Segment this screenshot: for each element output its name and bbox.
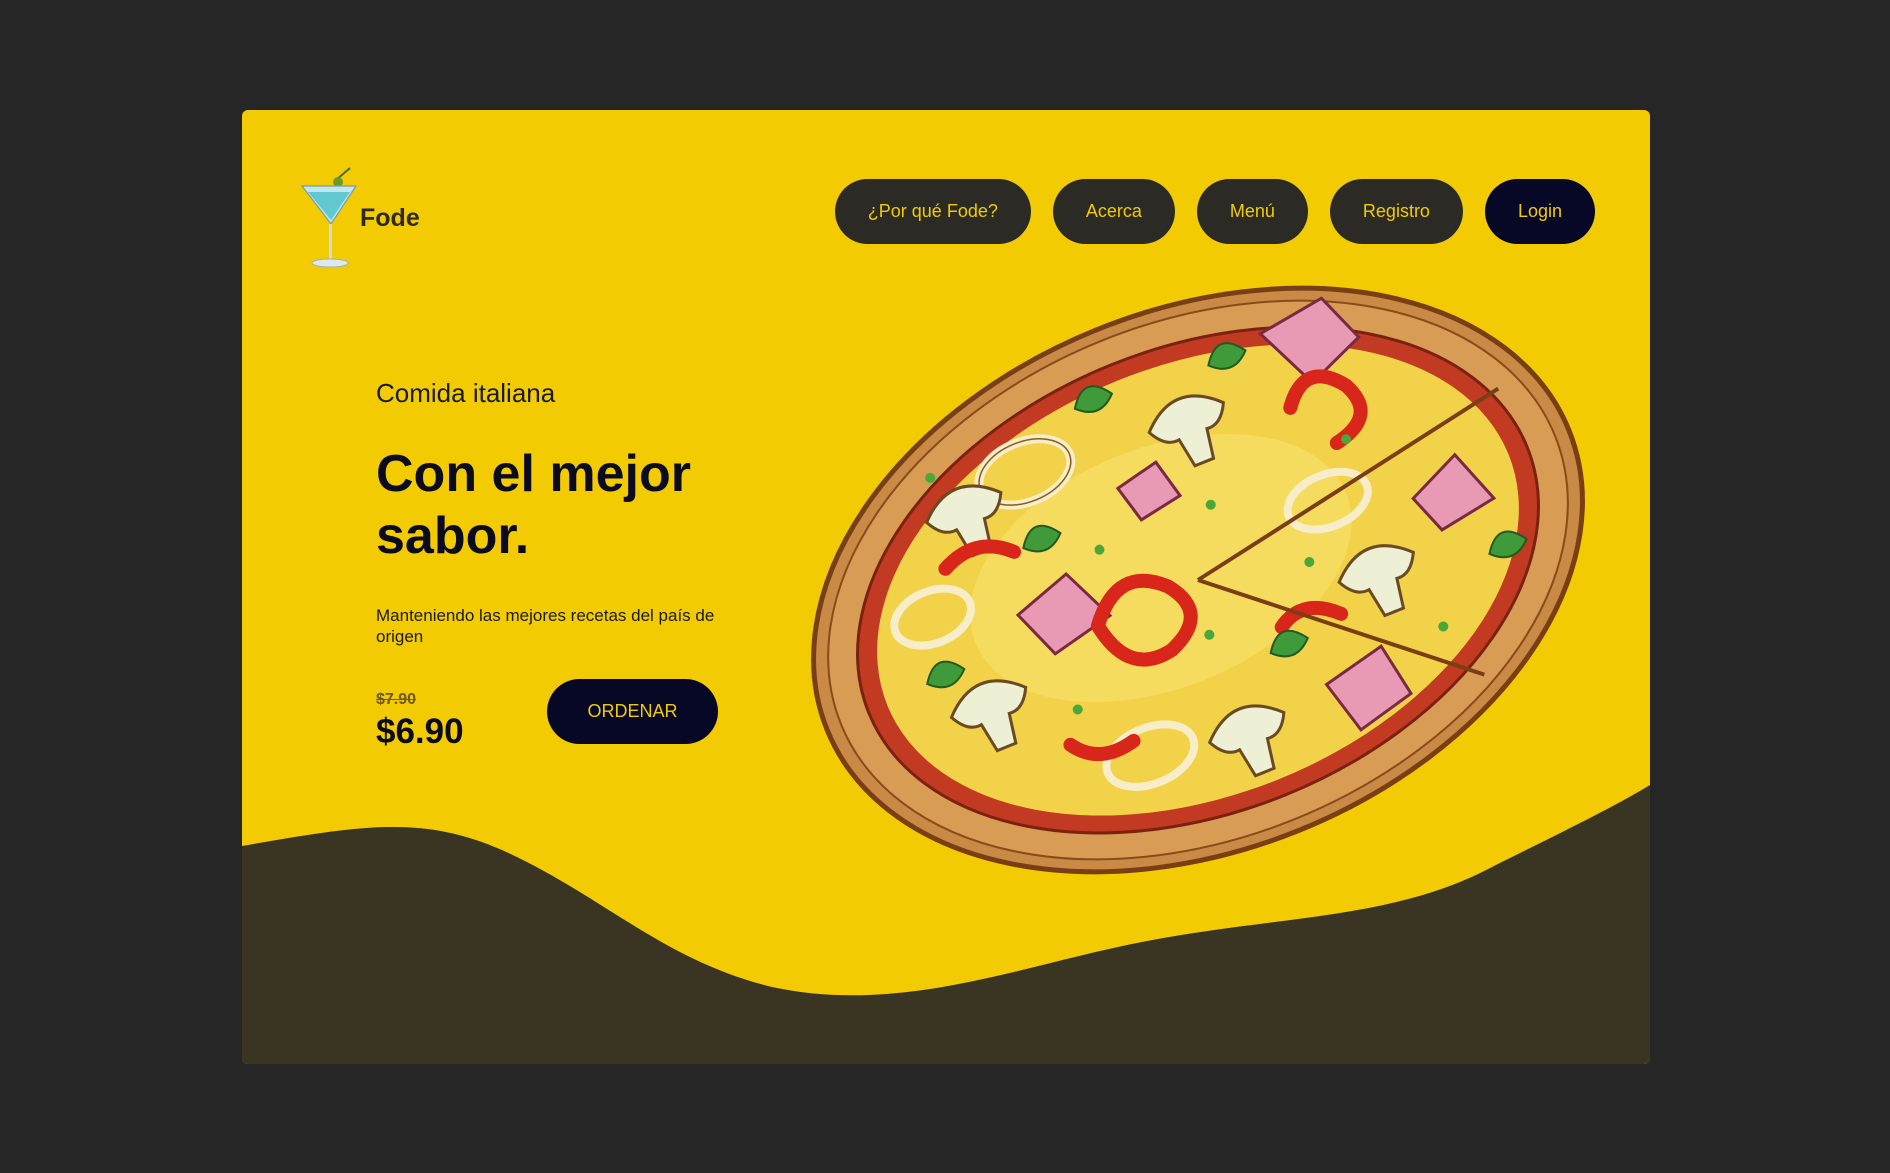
nav-menu[interactable]: Menú bbox=[1196, 179, 1308, 244]
brand-logo[interactable]: Fode bbox=[300, 162, 420, 270]
hero-headline: Con el mejor sabor. bbox=[376, 445, 691, 565]
hero-description: Manteniendo las mejores recetas del país… bbox=[376, 606, 715, 646]
landing-card: Fode ¿Por qué Fode? Acerca Menú Registro… bbox=[242, 110, 1650, 1064]
nav-why-fode[interactable]: ¿Por qué Fode? bbox=[834, 179, 1031, 244]
martini-glass-icon bbox=[300, 167, 358, 268]
order-button[interactable]: ORDENAR bbox=[547, 679, 718, 744]
price-row: $7.90 $6.90 ORDENAR bbox=[376, 679, 736, 751]
nav-login[interactable]: Login bbox=[1484, 179, 1595, 244]
old-price: $7.90 bbox=[376, 691, 417, 708]
hero-text: Comida italiana Con el mejor sabor. Mant… bbox=[376, 378, 736, 647]
brand-name: Fode bbox=[360, 203, 420, 232]
pizza-illustration bbox=[811, 285, 1585, 875]
nav-about[interactable]: Acerca bbox=[1052, 179, 1175, 244]
top-nav: ¿Por qué Fode? Acerca Menú Registro Logi… bbox=[834, 179, 1595, 244]
nav-register[interactable]: Registro bbox=[1329, 179, 1463, 244]
current-price: $6.90 bbox=[376, 712, 464, 751]
hero-subtitle: Comida italiana bbox=[376, 378, 556, 408]
